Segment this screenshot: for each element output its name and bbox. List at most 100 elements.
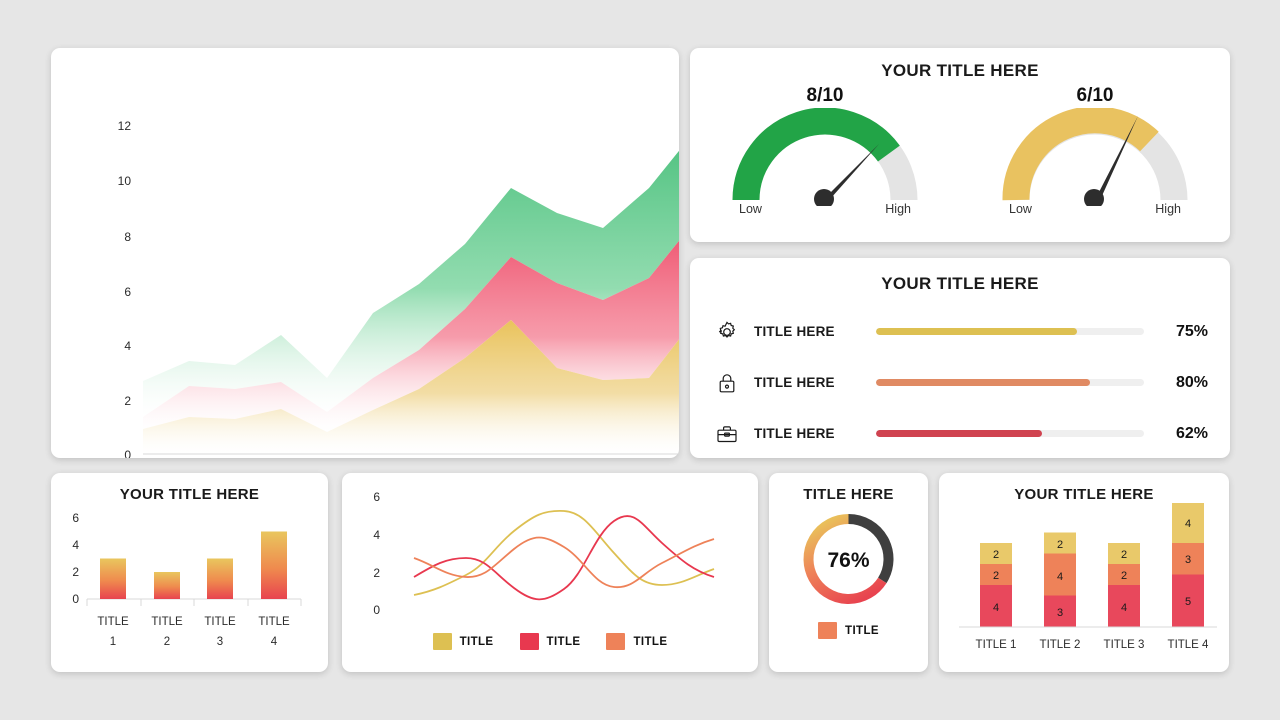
svg-text:6: 6 <box>373 490 380 504</box>
progress-row-1[interactable]: TITLE HERE 75% <box>690 306 1230 357</box>
line-chart-card: 6 4 2 0 TITLE TITLE TITLE <box>342 473 758 672</box>
gauge-2: 6/10 Low High <box>980 85 1210 216</box>
gauge-1-fill <box>732 108 900 201</box>
legend-item-3[interactable]: TITLE <box>606 633 667 650</box>
legend-label-3: TITLE <box>633 635 668 648</box>
progress-row-3-percent: 62% <box>1175 424 1208 442</box>
svg-text:TITLE: TITLE <box>258 616 290 628</box>
svg-text:4: 4 <box>124 339 131 353</box>
bar-item-1 <box>100 558 126 599</box>
bar-y-axis-labels: 6 4 2 0 <box>72 511 79 606</box>
stacked-area-chart-card: 12 10 8 6 4 2 0 Apr May Jun Jul Aug Sep … <box>51 48 679 458</box>
line-series-salmon <box>413 536 715 588</box>
donut-legend-swatch <box>818 622 838 639</box>
legend-item-1[interactable]: TITLE <box>432 633 494 650</box>
bar-item-3 <box>207 558 233 599</box>
bar-category-labels: TITLE 1 TITLE 2 TITLE 3 TITLE 4 <box>97 616 290 648</box>
svg-text:6: 6 <box>72 511 79 525</box>
svg-text:5: 5 <box>1185 596 1191 608</box>
gauge-2-fill <box>1002 108 1159 201</box>
line-chart-legend: TITLE TITLE TITLE <box>342 633 758 650</box>
progress-card: YOUR TITLE HERE TITLE HERE 75% TITLE HER… <box>690 258 1230 458</box>
progress-row-3-track[interactable] <box>876 430 1144 437</box>
svg-text:2: 2 <box>993 549 999 561</box>
gauge-2-value: 6/10 <box>1076 85 1114 106</box>
progress-row-3-fill <box>876 430 1043 437</box>
donut-center-label: 76% <box>827 549 869 572</box>
svg-text:4: 4 <box>1121 602 1127 614</box>
svg-text:3: 3 <box>1185 554 1191 566</box>
svg-text:6: 6 <box>124 285 131 299</box>
stacked-bar-chart-card: YOUR TITLE HERE 4 2 2 3 4 2 4 2 2 5 3 4 … <box>939 473 1229 672</box>
gauge-2-high-label: High <box>1155 202 1181 216</box>
stacked-bar-title: YOUR TITLE HERE <box>1014 486 1154 503</box>
donut-chart-legend: TITLE <box>769 622 928 639</box>
svg-text:8: 8 <box>124 230 131 244</box>
svg-text:4: 4 <box>373 528 380 542</box>
stacked-bar-group-3: 4 2 2 <box>1108 543 1140 627</box>
progress-row-2[interactable]: TITLE HERE 80% <box>690 357 1230 408</box>
progress-list: TITLE HERE 75% TITLE HERE 80% TITLE HERE… <box>690 306 1230 459</box>
donut-chart-svg: 76% <box>803 514 894 604</box>
bar-chart-svg: 6 4 2 0 TITLE 1 TITLE 2 TITLE 3 TITLE 4 <box>72 511 302 648</box>
progress-title: YOUR TITLE HERE <box>881 274 1039 293</box>
stacked-bar-svg: 4 2 2 3 4 2 4 2 2 5 3 4 TITLE 1 TITLE 2 … <box>959 501 1217 651</box>
bar-chart-title: YOUR TITLE HERE <box>119 486 260 503</box>
gauge-1-low-label: Low <box>739 202 762 216</box>
progress-row-1-percent: 75% <box>1175 322 1208 340</box>
progress-row-2-percent: 80% <box>1175 373 1208 391</box>
donut-legend-item[interactable]: TITLE <box>818 622 879 639</box>
bar-chart-card: YOUR TITLE HERE 6 4 2 0 TITLE 1 TITLE 2 … <box>51 473 328 672</box>
line-chart-svg: 6 4 2 0 <box>373 490 715 617</box>
svg-text:3: 3 <box>217 636 223 648</box>
gauges-title: YOUR TITLE HERE <box>881 61 1039 80</box>
donut-chart-card: TITLE HERE 76% TITLE <box>769 473 928 672</box>
svg-text:4: 4 <box>1185 518 1191 530</box>
gauge-1-value: 8/10 <box>806 85 844 106</box>
legend-label-2: TITLE <box>546 635 581 648</box>
svg-text:2: 2 <box>373 566 380 580</box>
gauges-card: YOUR TITLE HERE 8/10 Low High 6/10 Low H… <box>690 48 1230 242</box>
legend-item-2[interactable]: TITLE <box>519 633 581 650</box>
progress-row-2-label: TITLE HERE <box>754 375 835 390</box>
progress-row-1-track[interactable] <box>876 328 1144 335</box>
legend-swatch-crimson <box>519 633 539 650</box>
progress-row-1-label: TITLE HERE <box>754 324 835 339</box>
svg-text:12: 12 <box>118 119 132 133</box>
svg-text:3: 3 <box>1057 607 1063 619</box>
bar-item-4 <box>261 531 287 599</box>
svg-text:0: 0 <box>72 592 79 606</box>
progress-row-2-track[interactable] <box>876 379 1144 386</box>
legend-swatch-salmon <box>606 633 626 650</box>
svg-text:TITLE: TITLE <box>97 616 129 628</box>
svg-text:2: 2 <box>164 636 170 648</box>
svg-text:4: 4 <box>1057 571 1063 583</box>
stacked-area-chart-svg: 12 10 8 6 4 2 0 Apr May Jun Jul Aug Sep … <box>118 119 679 458</box>
line-series-gold <box>413 510 715 596</box>
svg-text:TITLE 4: TITLE 4 <box>1168 639 1210 651</box>
svg-text:TITLE: TITLE <box>151 616 183 628</box>
briefcase-icon <box>714 421 740 447</box>
legend-label-1: TITLE <box>459 635 494 648</box>
gauge-2-svg <box>1002 108 1188 206</box>
stacked-bar-category-labels: TITLE 1 TITLE 2 TITLE 3 TITLE 4 <box>976 639 1210 651</box>
svg-text:0: 0 <box>373 603 380 617</box>
stacked-bar-group-1: 4 2 2 <box>980 543 1012 627</box>
svg-text:TITLE 3: TITLE 3 <box>1104 639 1145 651</box>
progress-row-3[interactable]: TITLE HERE 62% <box>690 408 1230 459</box>
gear-icon <box>714 319 740 345</box>
donut-chart-title: TITLE HERE <box>803 486 894 503</box>
svg-text:4: 4 <box>993 602 999 614</box>
svg-text:TITLE 2: TITLE 2 <box>1040 639 1081 651</box>
line-series-crimson <box>413 515 715 601</box>
svg-text:1: 1 <box>110 636 116 648</box>
area-y-axis-labels: 12 10 8 6 4 2 0 <box>118 119 132 458</box>
svg-text:4: 4 <box>72 538 79 552</box>
dashboard-root: 12 10 8 6 4 2 0 Apr May Jun Jul Aug Sep … <box>0 0 1280 720</box>
svg-text:0: 0 <box>124 448 131 458</box>
svg-text:2: 2 <box>1057 539 1063 551</box>
svg-text:2: 2 <box>124 394 131 408</box>
progress-row-2-fill <box>876 379 1091 386</box>
svg-text:2: 2 <box>1121 570 1127 582</box>
gauge-2-low-label: Low <box>1009 202 1032 216</box>
